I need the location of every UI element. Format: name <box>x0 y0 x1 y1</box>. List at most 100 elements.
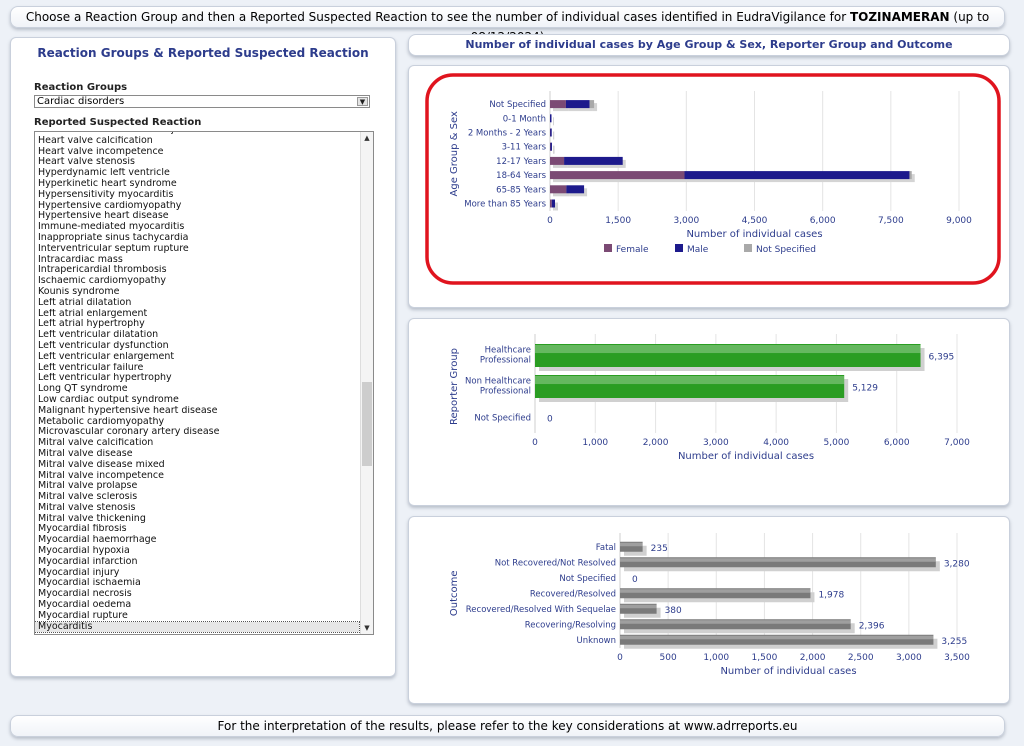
reaction-list-item[interactable]: Myocarditis <box>35 620 360 634</box>
x-tick-label: 3,000 <box>703 438 729 448</box>
reaction-list-item[interactable]: Myocardial fibrosis <box>35 524 359 535</box>
bar-segment <box>589 100 595 109</box>
reaction-list-item[interactable]: Malignant hypertensive heart disease <box>35 406 359 417</box>
bar-shadow <box>554 202 558 211</box>
reaction-list-item[interactable]: Hyperdynamic left ventricle <box>35 168 359 179</box>
y-axis-title: Age Group & Sex <box>449 111 460 196</box>
category-label: More than 85 Years <box>464 200 546 210</box>
chevron-down-icon[interactable]: ▼ <box>357 97 368 106</box>
reaction-list-item[interactable]: Myocardial necrosis <box>35 589 359 600</box>
reaction-list-item[interactable]: Intracardiac mass <box>35 255 359 266</box>
reaction-list-item[interactable]: Inappropriate sinus tachycardia <box>35 233 359 244</box>
data-label: 0 <box>632 575 638 585</box>
reaction-list-items: Heart failure with reduced ejection frac… <box>35 132 360 634</box>
header-bar: Choose a Reaction Group and then a Repor… <box>10 6 1005 44</box>
reaction-list-item[interactable]: Left atrial hypertrophy <box>35 319 359 330</box>
reaction-list-item[interactable]: Microvascular coronary artery disease <box>35 427 359 438</box>
data-label: 2,396 <box>859 621 885 631</box>
reaction-list-item[interactable]: Heart valve calcification <box>35 136 359 147</box>
x-tick-label: 1,000 <box>703 653 729 663</box>
category-label: Unknown <box>577 636 616 646</box>
x-tick-label: 3,000 <box>673 216 699 226</box>
reaction-list-item[interactable]: Mitral valve thickening <box>35 514 359 525</box>
reaction-list-item[interactable]: Myocardial haemorrhage <box>35 535 359 546</box>
reaction-list-item[interactable]: Left ventricular dysfunction <box>35 341 359 352</box>
bar-highlight <box>620 589 811 593</box>
bar-shadow <box>553 117 554 126</box>
category-label: Healthcare Professional <box>480 346 531 366</box>
reaction-list-item[interactable]: Mitral valve calcification <box>35 438 359 449</box>
reaction-list-item[interactable]: Left ventricular enlargement <box>35 352 359 363</box>
category-label: 2 Months - 2 Years <box>468 129 547 139</box>
x-tick-label: 3,500 <box>944 653 970 663</box>
bar-segment <box>550 128 552 137</box>
x-tick-label: 1,500 <box>605 216 631 226</box>
data-label: 3,255 <box>941 637 967 647</box>
bar-highlight <box>620 558 936 562</box>
listbox-scrollbar[interactable]: ▲ ▼ <box>360 132 373 634</box>
category-label: Fatal <box>596 543 616 553</box>
reaction-list-item[interactable]: Kounis syndrome <box>35 287 359 298</box>
reaction-list-item[interactable]: Heart valve incompetence <box>35 147 359 158</box>
reaction-selection-panel: Reaction Groups & Reported Suspected Rea… <box>10 37 396 677</box>
x-tick-label: 7,000 <box>944 438 970 448</box>
reaction-list-item[interactable]: Ischaemic cardiomyopathy <box>35 276 359 287</box>
age-sex-chart: 0 1,500 3,000 4,500 6,000 7,500 9,000 Not Speci… <box>425 73 1001 285</box>
scroll-down-arrow-icon[interactable]: ▼ <box>361 622 373 634</box>
reaction-list-item[interactable]: Hyperkinetic heart syndrome <box>35 179 359 190</box>
reaction-list-item[interactable]: Mitral valve disease mixed <box>35 460 359 471</box>
reaction-list-item[interactable]: Interventricular septum rupture <box>35 244 359 255</box>
reaction-list-item[interactable]: Left ventricular failure <box>35 363 359 374</box>
data-label: 5,129 <box>852 384 878 394</box>
reaction-list-item[interactable]: Myocardial ischaemia <box>35 578 359 589</box>
reaction-list-item[interactable]: Mitral valve prolapse <box>35 481 359 492</box>
outcome-chart: 0 500 1,000 1,500 2,000 2,500 3,000 3,500 Fatal N… <box>449 533 970 677</box>
reported-reaction-listbox[interactable]: Heart failure with reduced ejection frac… <box>34 131 374 635</box>
x-tick-label: 6,000 <box>810 216 836 226</box>
reaction-list-item[interactable]: Myocardial infarction <box>35 557 359 568</box>
bar-segment <box>550 100 566 109</box>
data-label: 3,280 <box>944 559 970 569</box>
reaction-list-item[interactable]: Myocardial hypoxia <box>35 546 359 557</box>
reaction-list-item[interactable]: Long QT syndrome <box>35 384 359 395</box>
reaction-list-item[interactable]: Left ventricular dilatation <box>35 330 359 341</box>
bar-segment <box>564 156 623 165</box>
reaction-list-item[interactable]: Left ventricular hypertrophy <box>35 373 359 384</box>
reaction-list-item[interactable]: Metabolic cardiomyopathy <box>35 417 359 428</box>
category-label: Not Specified <box>559 574 616 584</box>
footer-bar: For the interpretation of the results, p… <box>10 715 1005 737</box>
legend-label: Male <box>687 245 709 255</box>
bar-segment <box>550 171 685 180</box>
data-label: 380 <box>665 606 682 616</box>
reaction-list-item[interactable]: Hypertensive cardiomyopathy <box>35 201 359 212</box>
data-label: 6,395 <box>929 353 955 363</box>
category-label: Recovered/Resolved With Sequelae <box>466 605 616 615</box>
scrollbar-thumb[interactable] <box>362 382 372 466</box>
reaction-list-item[interactable]: Myocardial oedema <box>35 600 359 611</box>
reaction-list-item[interactable]: Mitral valve sclerosis <box>35 492 359 503</box>
reaction-list-item[interactable]: Myocardial injury <box>35 568 359 579</box>
reaction-list-item[interactable]: Hypertensive heart disease <box>35 211 359 222</box>
reaction-list-item[interactable]: Heart valve stenosis <box>35 157 359 168</box>
x-tick-label: 0 <box>617 653 623 663</box>
reaction-list-item[interactable]: Low cardiac output syndrome <box>35 395 359 406</box>
reaction-group-select[interactable]: Cardiac disorders ▼ <box>34 95 370 108</box>
reaction-list-item[interactable]: Mitral valve incompetence <box>35 471 359 482</box>
bar-highlight <box>620 542 643 547</box>
category-label: Not Specified <box>489 100 546 110</box>
scroll-up-arrow-icon[interactable]: ▲ <box>361 132 373 144</box>
reaction-list-item[interactable]: Mitral valve stenosis <box>35 503 359 514</box>
reaction-list-item[interactable]: Hypersensitivity myocarditis <box>35 190 359 201</box>
category-label: Not Recovered/Not Resolved <box>495 558 616 568</box>
reaction-list-item[interactable]: Immune-mediated myocarditis <box>35 222 359 233</box>
x-tick-label: 0 <box>547 216 553 226</box>
x-tick-label: 4,000 <box>763 438 789 448</box>
reaction-list-item[interactable]: Mitral valve disease <box>35 449 359 460</box>
reaction-list-item[interactable]: Left atrial dilatation <box>35 298 359 309</box>
reaction-list-item[interactable]: Intrapericardial thrombosis <box>35 265 359 276</box>
reaction-list-item[interactable]: Myocardial rupture <box>35 611 359 622</box>
footer-text: For the interpretation of the results, p… <box>217 719 798 733</box>
bar-highlight <box>620 635 934 640</box>
x-axis-title: Number of individual cases <box>686 229 822 240</box>
reaction-list-item[interactable]: Left atrial enlargement <box>35 309 359 320</box>
